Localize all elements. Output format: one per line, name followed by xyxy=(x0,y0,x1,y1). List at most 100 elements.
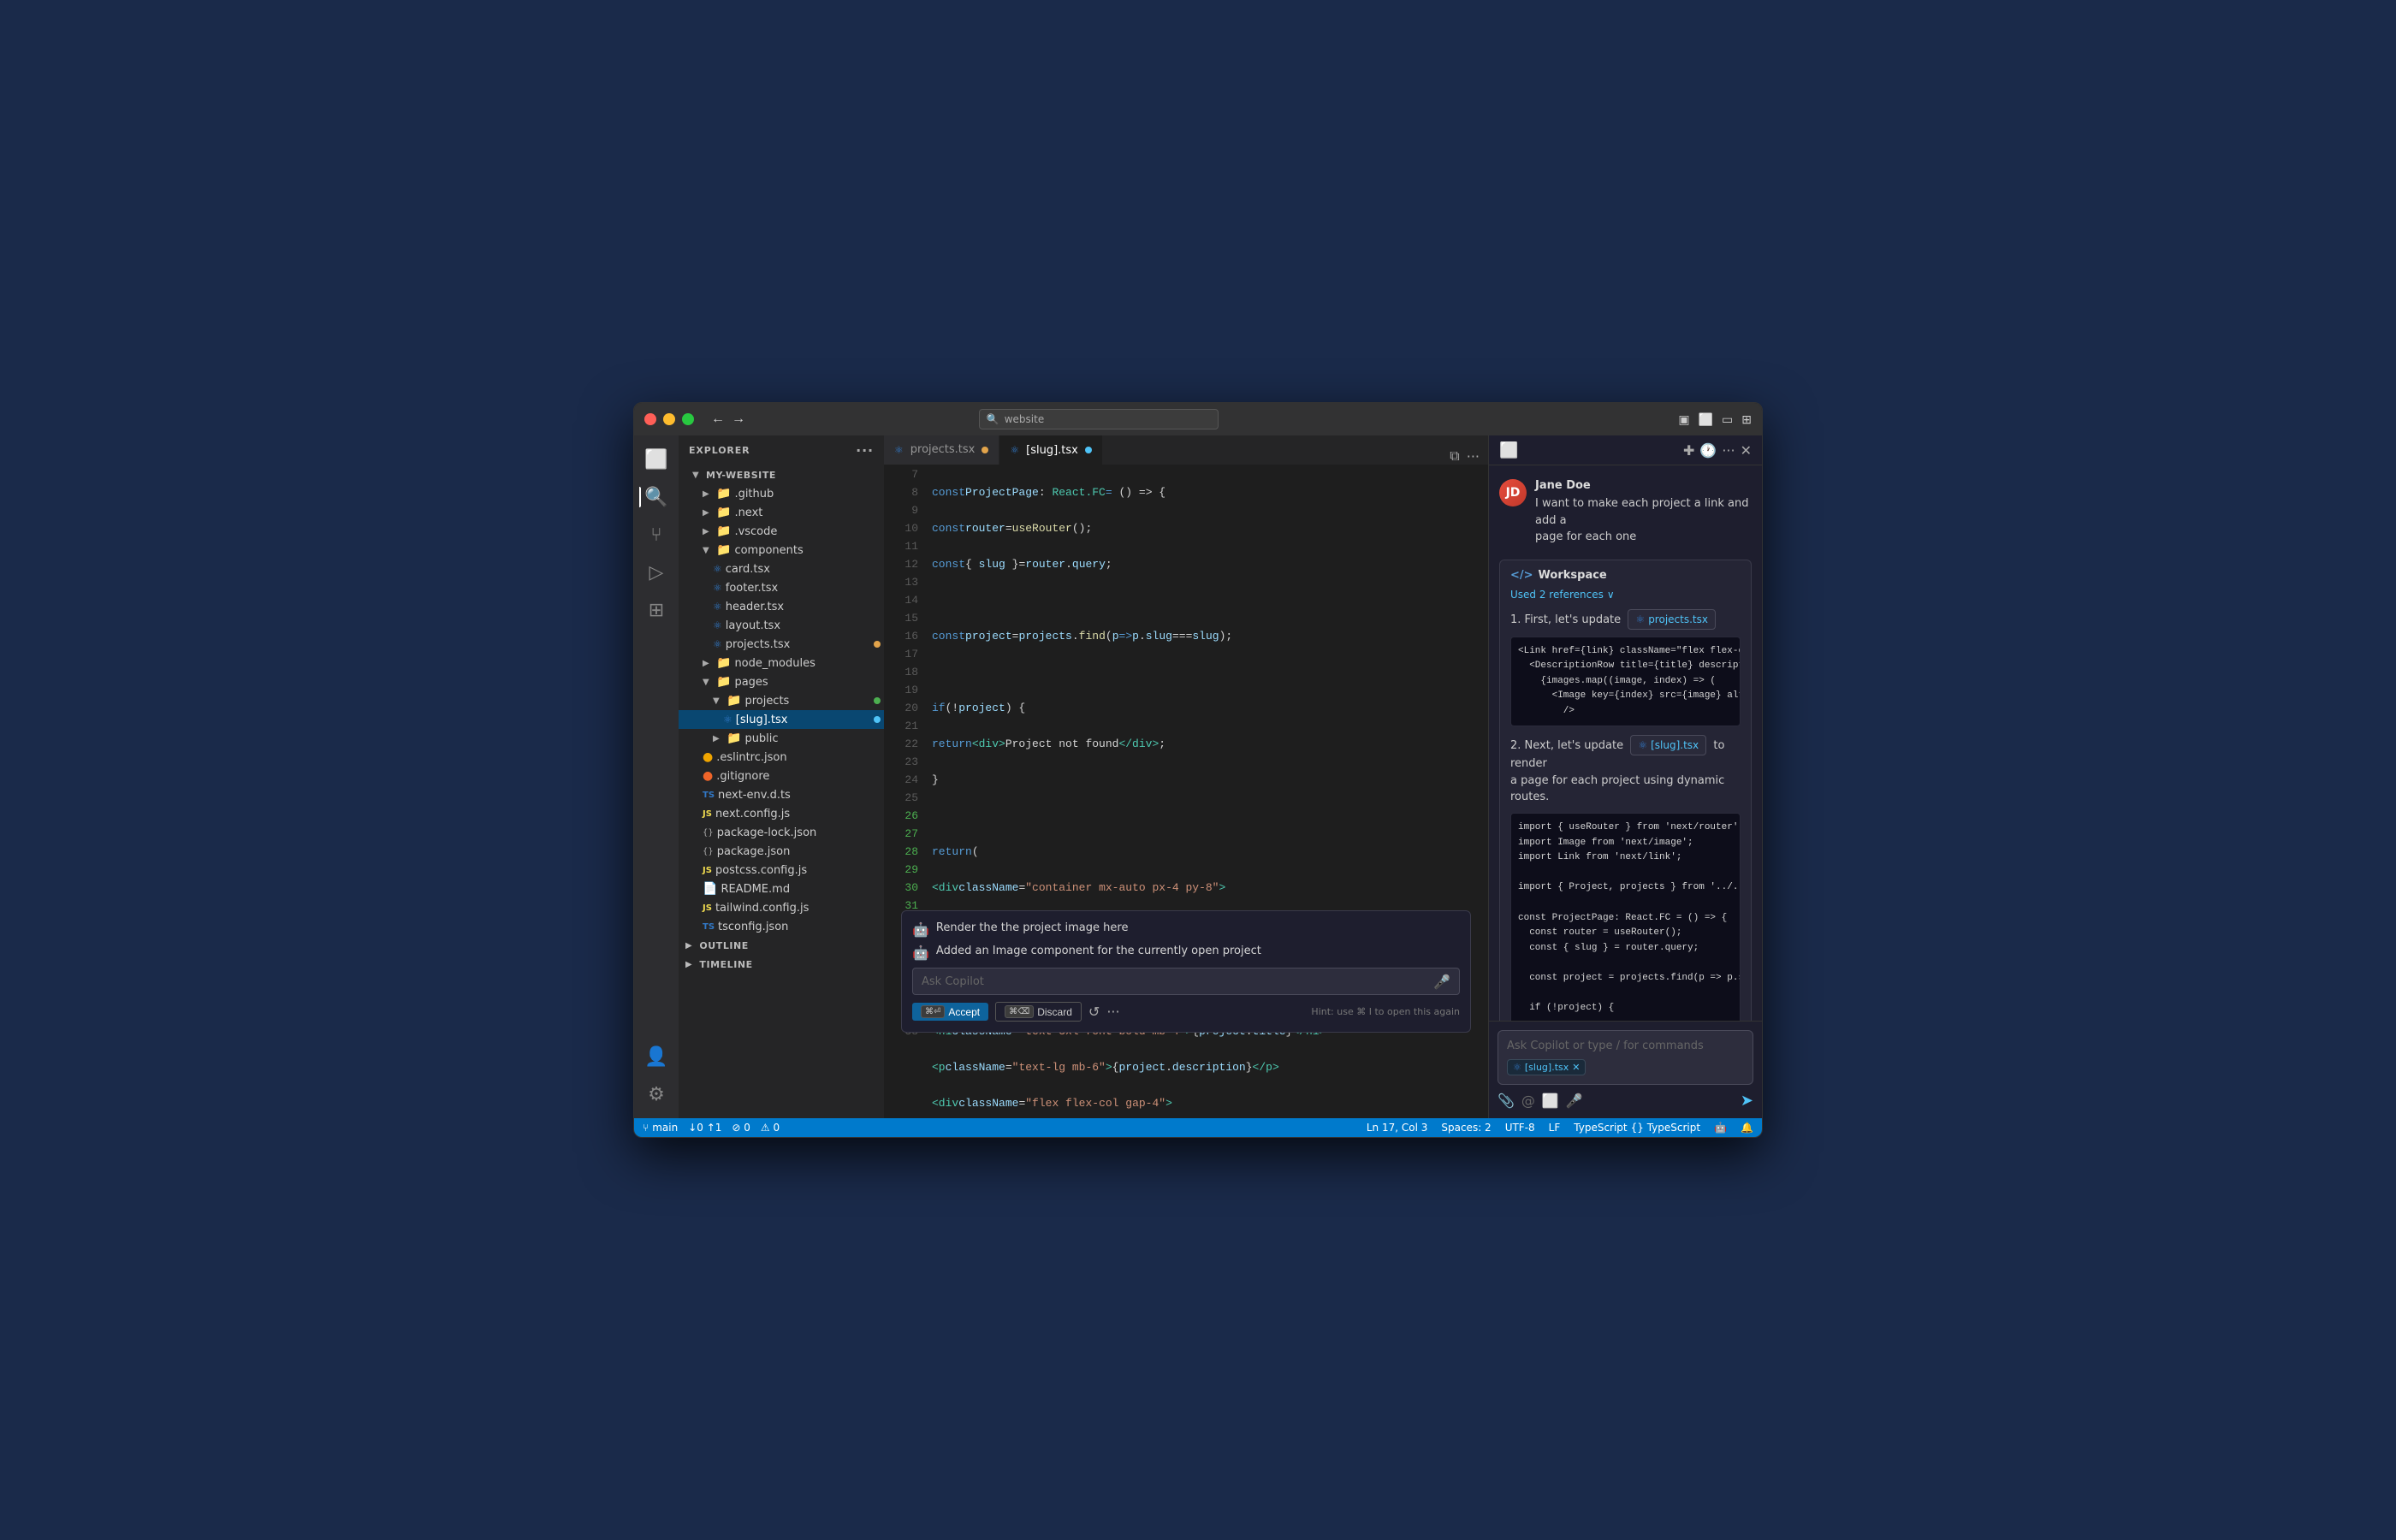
sidebar-timeline-section[interactable]: ▶ TIMELINE xyxy=(679,955,884,974)
chat-context-tag[interactable]: ⚛ [slug].tsx ✕ xyxy=(1507,1059,1586,1075)
close-button[interactable] xyxy=(644,413,656,425)
activity-explorer[interactable]: ⬜ xyxy=(639,442,673,477)
activity-run[interactable]: ▷ xyxy=(639,555,673,589)
copilot-status[interactable]: 🤖 xyxy=(1714,1122,1727,1134)
activity-source-control[interactable]: ⑂ xyxy=(639,518,673,552)
activity-search[interactable]: 🔍 xyxy=(639,480,673,514)
activity-extensions[interactable]: ⊞ xyxy=(639,593,673,627)
minimize-button[interactable] xyxy=(663,413,675,425)
sidebar-item-card[interactable]: ⚛ card.tsx xyxy=(679,560,884,578)
mention-icon[interactable]: @ xyxy=(1521,1093,1535,1109)
encoding-text: UTF-8 xyxy=(1505,1122,1535,1134)
sidebar-item-footer[interactable]: ⚛ footer.tsx xyxy=(679,578,884,597)
tab-label: projects.tsx xyxy=(910,443,976,456)
encoding[interactable]: UTF-8 xyxy=(1505,1122,1535,1134)
folder-icon: 📁 xyxy=(716,675,731,689)
customize-layout[interactable]: ⊞ xyxy=(1741,412,1752,427)
discard-button[interactable]: ⌘⌫ Discard xyxy=(995,1002,1082,1022)
sync-status[interactable]: ↓0 ↑1 xyxy=(688,1122,721,1134)
notification-bell[interactable]: 🔔 xyxy=(1741,1122,1753,1134)
sidebar-item-next[interactable]: ▶ 📁 .next xyxy=(679,503,884,522)
sidebar-toggle[interactable]: ▣ xyxy=(1678,412,1689,427)
tag-close-icon[interactable]: ✕ xyxy=(1572,1062,1580,1073)
sidebar-item-next-config[interactable]: JS next.config.js xyxy=(679,804,884,823)
sidebar-item-pages[interactable]: ▼ 📁 pages xyxy=(679,672,884,691)
tab-projects-tsx[interactable]: ⚛ projects.tsx xyxy=(884,435,999,465)
status-bar: ⑂ main ↓0 ↑1 ⊘ 0 ⚠ 0 Ln 17, Col 3 Spaces… xyxy=(634,1118,1762,1137)
sidebar-item-readme[interactable]: 📄 README.md xyxy=(679,880,884,898)
refresh-icon[interactable]: ↺ xyxy=(1088,1004,1100,1020)
sidebar-item-next-env[interactable]: TS next-env.d.ts xyxy=(679,785,884,804)
copilot-ask-input[interactable]: Ask Copilot 🎤 xyxy=(912,968,1460,995)
activity-account[interactable]: 👤 xyxy=(639,1040,673,1074)
context-icon[interactable]: ⬜ xyxy=(1542,1093,1559,1109)
sidebar-item-gitignore[interactable]: ● .gitignore xyxy=(679,767,884,785)
panel-button[interactable]: ▭ xyxy=(1722,412,1733,427)
used-refs-text: Used 2 references xyxy=(1510,589,1604,601)
sidebar-item-slug-tsx[interactable]: ⚛ [slug].tsx xyxy=(679,710,884,729)
sidebar-item-tailwind[interactable]: JS tailwind.config.js xyxy=(679,898,884,917)
line-ending[interactable]: LF xyxy=(1549,1122,1561,1134)
sidebar-item-projects-tsx[interactable]: ⚛ projects.tsx xyxy=(679,635,884,654)
language-mode[interactable]: TypeScript {} TypeScript xyxy=(1574,1122,1700,1134)
sidebar-item-postcss[interactable]: JS postcss.config.js xyxy=(679,861,884,880)
sidebar-label: layout.tsx xyxy=(726,619,780,632)
chat-more-icon[interactable]: ··· xyxy=(1722,442,1735,459)
chat-input-box[interactable]: Ask Copilot or type / for commands ⚛ [sl… xyxy=(1498,1030,1753,1085)
close-chat-icon[interactable]: ✕ xyxy=(1741,442,1752,459)
sidebar-item-components[interactable]: ▼ 📁 components xyxy=(679,541,884,560)
voice-icon[interactable]: 🎤 xyxy=(1566,1093,1583,1109)
sidebar-item-node-modules[interactable]: ▶ 📁 node_modules xyxy=(679,654,884,672)
tab-slug-tsx[interactable]: ⚛ [slug].tsx xyxy=(999,435,1102,465)
sidebar-item-vscode[interactable]: ▶ 📁 .vscode xyxy=(679,522,884,541)
sidebar-item-github[interactable]: ▶ 📁 .github xyxy=(679,484,884,503)
layout-button[interactable]: ⬜ xyxy=(1699,412,1713,427)
sidebar-root[interactable]: ▼ MY-WEBSITE xyxy=(679,465,884,484)
file-badge-slug[interactable]: ⚛ [slug].tsx xyxy=(1630,735,1706,755)
used-references[interactable]: Used 2 references ∨ xyxy=(1510,589,1741,601)
sidebar-title: EXPLORER xyxy=(689,445,750,456)
indent-mode[interactable]: Spaces: 2 xyxy=(1441,1122,1491,1134)
more-actions-icon[interactable]: ··· xyxy=(1467,448,1480,465)
forward-button[interactable]: → xyxy=(732,412,745,426)
copilot-text-2: Added an Image component for the current… xyxy=(936,945,1261,957)
sidebar-item-header[interactable]: ⚛ header.tsx xyxy=(679,597,884,616)
sidebar-item-public[interactable]: ▶ 📁 public xyxy=(679,729,884,748)
accept-button[interactable]: ⌘⏎ Accept xyxy=(912,1003,988,1021)
sidebar-actions[interactable]: ··· xyxy=(856,442,874,459)
cursor-position[interactable]: Ln 17, Col 3 xyxy=(1367,1122,1428,1134)
sidebar-header: EXPLORER ··· xyxy=(679,435,884,465)
copilot-icon-2: 🤖 xyxy=(912,945,929,961)
copilot-message-2: 🤖 Added an Image component for the curre… xyxy=(912,945,1460,961)
search-bar[interactable]: 🔍 website xyxy=(979,409,1219,429)
sidebar-item-projects-folder[interactable]: ▼ 📁 projects xyxy=(679,691,884,710)
errors-status[interactable]: ⊘ 0 xyxy=(732,1122,750,1134)
new-chat-icon[interactable]: ✚ xyxy=(1683,442,1694,459)
chat-step-1: 1. First, let's update ⚛ projects.tsx xyxy=(1510,609,1741,630)
sidebar-item-package[interactable]: {} package.json xyxy=(679,842,884,861)
nav-buttons: ← → xyxy=(711,412,745,426)
sidebar-item-layout[interactable]: ⚛ layout.tsx xyxy=(679,616,884,635)
sidebar-item-tsconfig[interactable]: TS tsconfig.json xyxy=(679,917,884,936)
copilot-inline-overlay: 🤖 Render the the project image here 🤖 Ad… xyxy=(901,910,1471,1033)
ts-badge-icon: ⚛ xyxy=(1635,612,1645,627)
more-options-icon[interactable]: ··· xyxy=(1106,1004,1119,1020)
send-button[interactable]: ➤ xyxy=(1741,1092,1753,1110)
sidebar-item-eslintrc[interactable]: ● .eslintrc.json xyxy=(679,748,884,767)
attach-icon[interactable]: 📎 xyxy=(1498,1093,1515,1109)
history-icon[interactable]: 🕐 xyxy=(1699,442,1717,459)
unsaved-indicator xyxy=(1085,447,1092,453)
branch-name: main xyxy=(652,1122,678,1134)
maximize-button[interactable] xyxy=(682,413,694,425)
back-button[interactable]: ← xyxy=(711,412,725,426)
sidebar-item-package-lock[interactable]: {} package-lock.json xyxy=(679,823,884,842)
tab-bar: ⚛ projects.tsx ⚛ [slug].tsx ⧉ ··· xyxy=(884,435,1488,465)
git-branch[interactable]: ⑂ main xyxy=(643,1122,678,1134)
warnings-status[interactable]: ⚠ 0 xyxy=(761,1122,780,1134)
file-badge-projects[interactable]: ⚛ projects.tsx xyxy=(1628,609,1716,630)
activity-settings[interactable]: ⚙ xyxy=(639,1077,673,1111)
microphone-icon[interactable]: 🎤 xyxy=(1433,974,1450,990)
sidebar-label: .gitignore xyxy=(716,770,769,783)
split-editor-icon[interactable]: ⧉ xyxy=(1450,447,1459,465)
sidebar-outline-section[interactable]: ▶ OUTLINE xyxy=(679,936,884,955)
